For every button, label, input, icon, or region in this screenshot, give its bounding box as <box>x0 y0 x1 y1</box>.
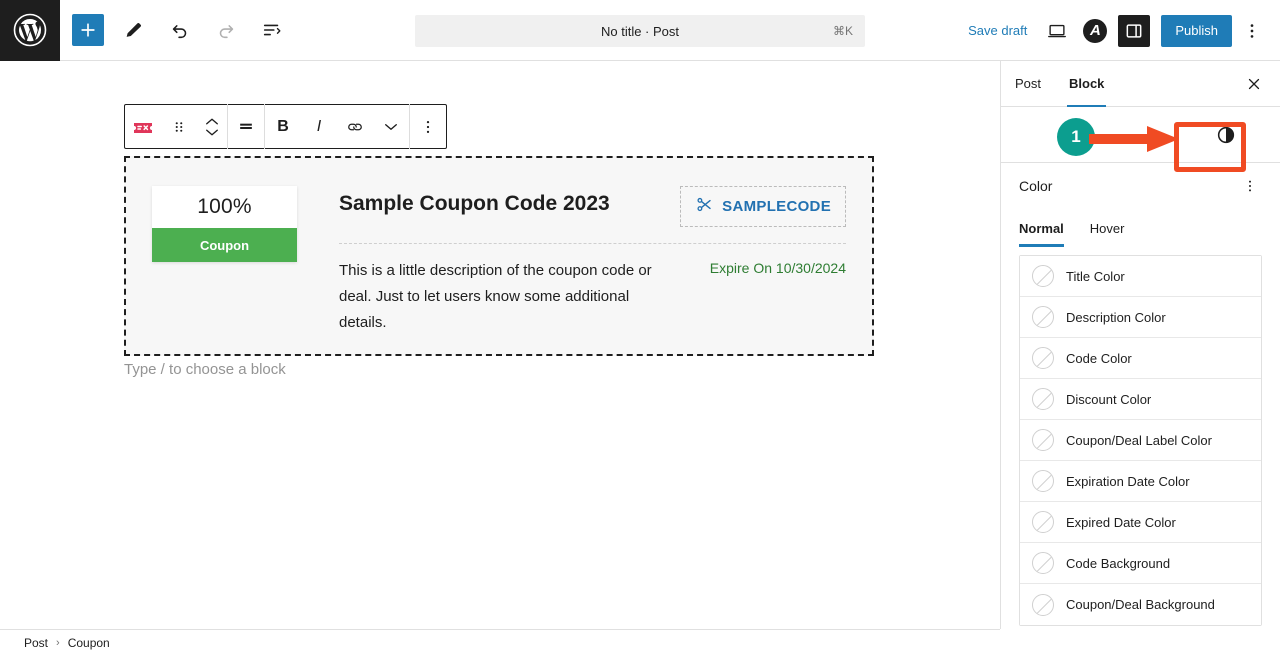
coupon-main: Sample Coupon Code 2023 SAMPLECODE This … <box>297 186 846 336</box>
drag-handle-icon[interactable] <box>161 105 197 148</box>
close-x-icon[interactable] <box>1238 68 1270 100</box>
color-row-label: Discount Color <box>1066 391 1152 407</box>
breadcrumb-item-post[interactable]: Post <box>24 636 48 650</box>
jetpack-glyph: A <box>1083 18 1108 43</box>
coupon-description[interactable]: This is a little description of the coup… <box>339 258 669 336</box>
sidebar-tabs: Post Block <box>1001 61 1280 107</box>
coupon-expiration-date[interactable]: Expire On 10/30/2024 <box>710 258 846 336</box>
pencil-edit-icon[interactable] <box>116 12 152 48</box>
color-section-title: Color <box>1019 178 1053 194</box>
color-settings-list: Title Color Description Color Code Color… <box>1019 255 1262 626</box>
document-title-bar[interactable]: No title · Post ⌘K <box>415 15 865 47</box>
save-draft-button[interactable]: Save draft <box>958 17 1037 44</box>
editor-options-icon[interactable] <box>1234 13 1270 49</box>
color-row-label: Code Background <box>1066 555 1171 571</box>
color-row[interactable]: Coupon/Deal Label Color <box>1020 420 1261 461</box>
coupon-title[interactable]: Sample Coupon Code 2023 <box>339 186 610 216</box>
color-row-label: Expiration Date Color <box>1066 473 1190 489</box>
color-row[interactable]: Code Color <box>1020 338 1261 379</box>
document-title-text: No title · Post <box>600 23 680 39</box>
wordpress-logo-icon[interactable] <box>0 0 60 61</box>
chevron-up-icon[interactable] <box>203 116 221 127</box>
empty-color-swatch-icon[interactable] <box>1032 593 1054 616</box>
align-group <box>228 105 264 148</box>
color-row-label: Coupon/Deal Background <box>1066 597 1215 612</box>
empty-block-placeholder[interactable]: Type / to choose a block <box>124 361 286 378</box>
coupon-block-icon[interactable] <box>125 105 161 148</box>
tab-post[interactable]: Post <box>1001 61 1055 107</box>
color-contrast-icon[interactable] <box>1208 117 1244 153</box>
align-justify-icon[interactable] <box>228 105 264 148</box>
color-row-label: Coupon/Deal Label Color <box>1066 432 1212 448</box>
color-row[interactable]: Expired Date Color <box>1020 502 1261 543</box>
top-toolbar-right-group: Save draft A Publish <box>958 0 1270 61</box>
add-block-button[interactable] <box>72 14 104 46</box>
color-row[interactable]: Description Color <box>1020 297 1261 338</box>
block-type-group <box>125 105 227 148</box>
editor-canvas: B I 100% Coupon Sample Coupon Code 2023 … <box>0 61 1000 629</box>
empty-color-swatch-icon[interactable] <box>1032 306 1054 328</box>
chevron-down-icon[interactable] <box>203 127 221 138</box>
color-row[interactable]: Coupon/Deal Background <box>1020 584 1261 625</box>
format-group: B I <box>265 105 409 148</box>
color-section-header: Color <box>1001 163 1280 209</box>
color-row[interactable]: Discount Color <box>1020 379 1261 420</box>
color-row-label: Title Color <box>1066 268 1125 284</box>
document-outline-icon[interactable] <box>254 12 290 48</box>
coupon-deal-label[interactable]: Coupon <box>152 228 297 262</box>
bold-button[interactable]: B <box>265 105 301 148</box>
tab-normal[interactable]: Normal <box>1019 209 1090 247</box>
coupon-code-button[interactable]: SAMPLECODE <box>680 186 846 227</box>
scissors-icon <box>695 195 714 218</box>
coupon-header-row: Sample Coupon Code 2023 SAMPLECODE <box>339 186 846 227</box>
settings-sidebar-icon[interactable] <box>1118 14 1151 47</box>
empty-color-swatch-icon[interactable] <box>1032 347 1054 369</box>
italic-button[interactable]: I <box>301 105 337 148</box>
top-toolbar-left-group <box>60 12 295 48</box>
color-row[interactable]: Expiration Date Color <box>1020 461 1261 502</box>
laptop-preview-icon[interactable] <box>1039 13 1075 49</box>
tab-hover[interactable]: Hover <box>1090 209 1151 247</box>
block-options-icon[interactable] <box>410 105 446 148</box>
empty-color-swatch-icon[interactable] <box>1032 265 1054 287</box>
link-icon[interactable] <box>337 105 373 148</box>
command-k-hint: ⌘K <box>832 24 853 38</box>
wordpress-block-editor: No title · Post ⌘K Save draft A Publish <box>0 0 1280 655</box>
color-row[interactable]: Title Color <box>1020 256 1261 297</box>
tab-block[interactable]: Block <box>1055 61 1118 107</box>
settings-sidebar: Post Block 1 Color Normal Hover Title Co… <box>1000 61 1280 629</box>
breadcrumb: Post › Coupon <box>0 629 1000 655</box>
discount-box: 100% Coupon <box>152 186 297 262</box>
sidebar-icon-row: 1 <box>1001 107 1280 172</box>
redo-arrow-icon[interactable] <box>208 12 244 48</box>
breadcrumb-separator: › <box>56 636 60 649</box>
coupon-inner: 100% Coupon Sample Coupon Code 2023 SAMP… <box>126 158 872 364</box>
empty-color-swatch-icon[interactable] <box>1032 388 1054 410</box>
coupon-code-text: SAMPLECODE <box>722 198 831 215</box>
jetpack-badge-icon[interactable]: A <box>1077 13 1113 49</box>
more-formats-chevron-down-icon[interactable] <box>373 105 409 148</box>
annotation-arrow-icon <box>1089 124 1181 159</box>
publish-button[interactable]: Publish <box>1161 14 1232 47</box>
color-section-options-icon[interactable] <box>1236 172 1264 200</box>
undo-arrow-icon[interactable] <box>162 12 198 48</box>
empty-color-swatch-icon[interactable] <box>1032 429 1054 451</box>
coupon-block[interactable]: 100% Coupon Sample Coupon Code 2023 SAMP… <box>124 156 874 356</box>
color-state-tabs: Normal Hover <box>1001 209 1280 247</box>
color-row[interactable]: Code Background <box>1020 543 1261 584</box>
discount-value[interactable]: 100% <box>152 186 297 228</box>
editor-top-toolbar: No title · Post ⌘K Save draft A Publish <box>0 0 1280 61</box>
block-options-group <box>410 105 446 148</box>
empty-color-swatch-icon[interactable] <box>1032 470 1054 492</box>
coupon-body-row: This is a little description of the coup… <box>339 244 846 336</box>
color-row-label: Expired Date Color <box>1066 514 1176 530</box>
empty-color-swatch-icon[interactable] <box>1032 552 1054 574</box>
color-row-label: Code Color <box>1066 350 1132 366</box>
empty-color-swatch-icon[interactable] <box>1032 511 1054 533</box>
block-toolbar: B I <box>124 104 447 149</box>
color-row-label: Description Color <box>1066 309 1166 325</box>
breadcrumb-item-coupon[interactable]: Coupon <box>68 636 110 650</box>
block-mover <box>197 105 227 148</box>
